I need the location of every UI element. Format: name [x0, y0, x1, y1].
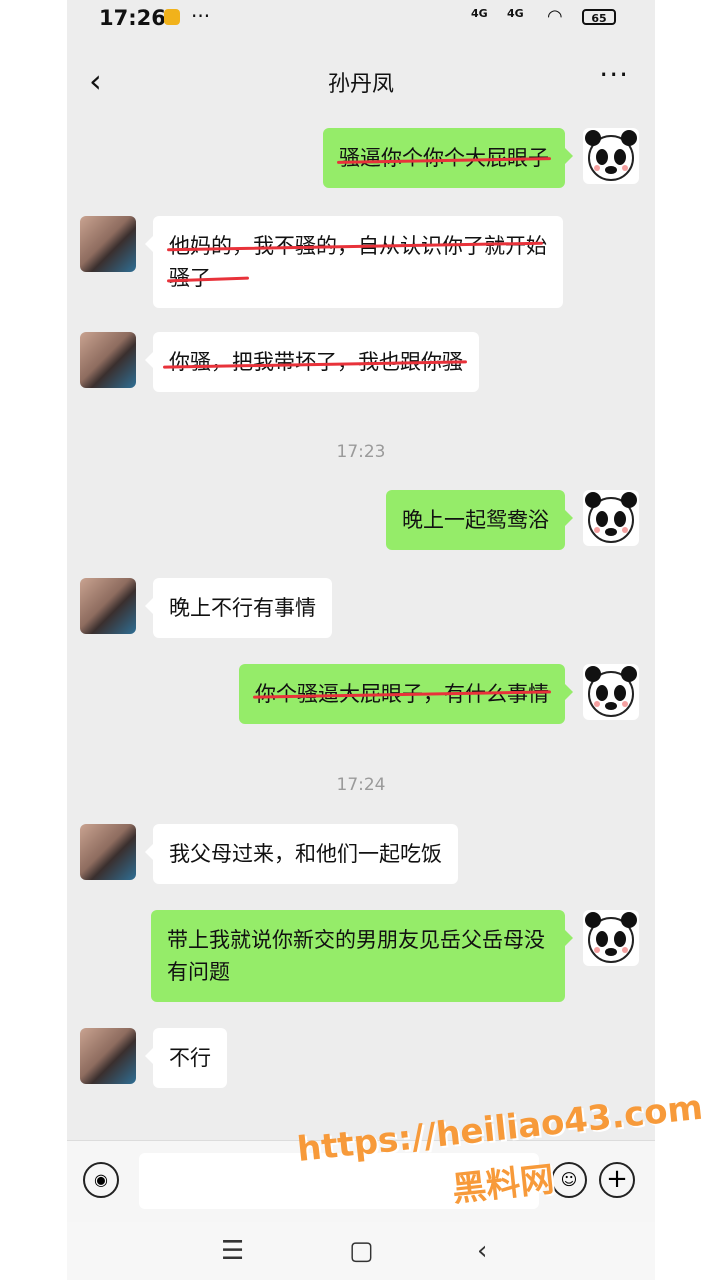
sent-bubble[interactable]: 骚逼你个你个大屁眼子 — [323, 128, 573, 188]
contact-avatar[interactable] — [80, 216, 136, 272]
status-time: 17:26 — [99, 6, 166, 30]
panda-avatar[interactable] — [583, 128, 639, 184]
panda-avatar[interactable] — [583, 664, 639, 720]
menu-icon[interactable]: ☰ — [221, 1236, 244, 1266]
sent-bubble[interactable]: 你个骚逼大屁眼子，有什么事情 — [239, 664, 573, 724]
more-icon[interactable]: ··· — [599, 58, 629, 91]
received-bubble[interactable]: 晚上不行有事情 — [145, 578, 332, 638]
message-text: 晚上不行有事情 — [169, 596, 316, 620]
message-text: 不行 — [169, 1046, 211, 1070]
received-bubble[interactable]: 你骚，把我带坏了，我也跟你骚 — [145, 332, 479, 392]
panda-avatar[interactable] — [583, 910, 639, 966]
timestamp: 17:23 — [336, 442, 386, 462]
message-text: 晚上一起鸳鸯浴 — [402, 508, 549, 532]
home-icon[interactable]: ▢ — [349, 1236, 374, 1266]
notification-icon — [164, 9, 180, 25]
contact-avatar[interactable] — [80, 824, 136, 880]
received-bubble[interactable]: 他妈的，我不骚的，自从认识你了就开始骚了 — [145, 216, 563, 308]
sent-bubble[interactable]: 带上我就说你新交的男朋友见岳父岳母没有问题 — [151, 910, 573, 1002]
network-4g-1: 4G — [471, 7, 488, 20]
chat-header: ‹ 孙丹凤 ··· — [67, 50, 655, 110]
chat-title: 孙丹凤 — [327, 72, 394, 97]
contact-avatar[interactable] — [80, 1028, 136, 1084]
back-nav-icon[interactable]: ‹ — [477, 1236, 487, 1266]
wifi-icon: ◠ — [547, 6, 563, 27]
received-bubble[interactable]: 不行 — [145, 1028, 227, 1088]
message-text: 我父母过来，和他们一起吃饭 — [169, 842, 442, 866]
sent-bubble[interactable]: 晚上一起鸳鸯浴 — [386, 490, 573, 550]
timestamp: 17:24 — [336, 775, 386, 795]
panda-avatar[interactable] — [583, 490, 639, 546]
contact-avatar[interactable] — [80, 332, 136, 388]
status-dots: ··· — [191, 4, 211, 28]
voice-icon[interactable]: ◉ — [83, 1162, 119, 1198]
received-bubble[interactable]: 我父母过来，和他们一起吃饭 — [145, 824, 458, 884]
watermark-site-name: 黑料网 — [450, 1159, 556, 1210]
status-bar: 17:26 ··· 4G 4G ◠ 65 — [67, 0, 655, 36]
network-4g-2: 4G — [507, 7, 524, 20]
battery-icon: 65 — [582, 9, 616, 25]
message-list: 骚逼你个你个大屁眼子 他妈的，我不骚的，自从认识你了就开始骚了 你骚，把我带坏了… — [67, 120, 655, 1138]
message-text: 带上我就说你新交的男朋友见岳父岳母没有问题 — [167, 928, 545, 984]
contact-avatar[interactable] — [80, 578, 136, 634]
chat-screen: 17:26 ··· 4G 4G ◠ 65 ‹ 孙丹凤 ··· 骚逼你个你个大屁眼… — [67, 0, 655, 1280]
